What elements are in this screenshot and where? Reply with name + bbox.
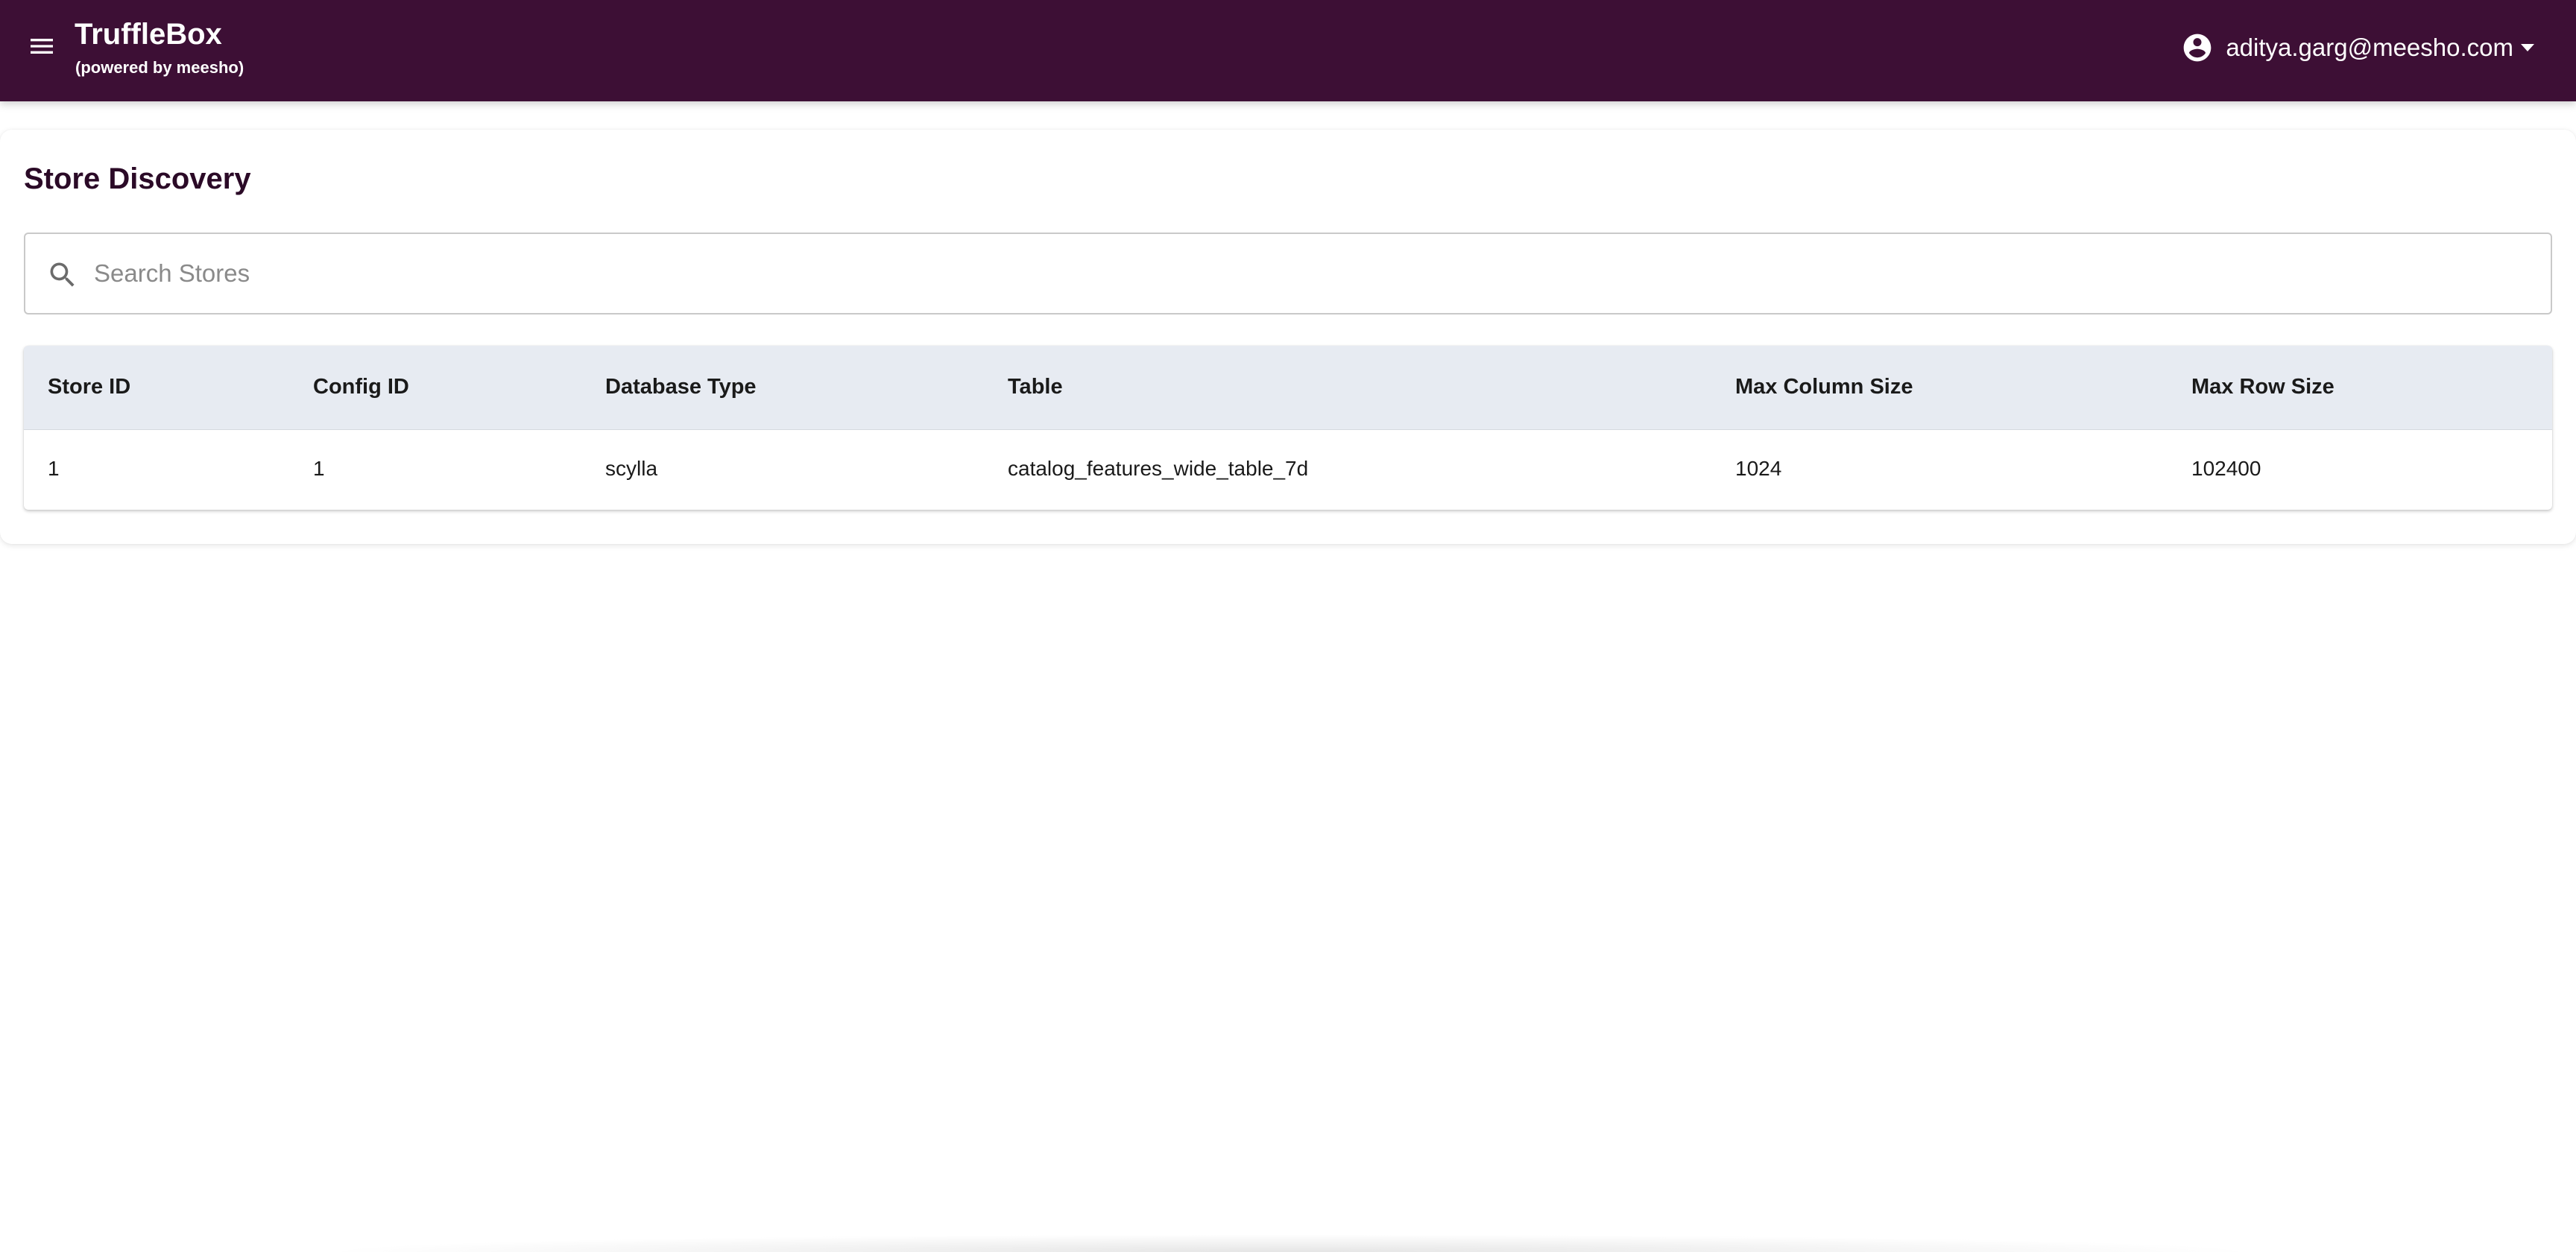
search-input[interactable] <box>92 234 2537 313</box>
search-icon <box>46 259 79 291</box>
page-title: Store Discovery <box>24 162 251 195</box>
column-header-config-id[interactable]: Config ID <box>289 346 581 430</box>
cell-max-row-size: 102400 <box>2191 457 2261 481</box>
table-row[interactable]: 1 1 scylla catalog_features_wide_table_7… <box>24 429 2552 508</box>
cell-config-id: 1 <box>313 457 325 481</box>
app-subtitle: (powered by meesho) <box>75 58 244 77</box>
app-bar: TruffleBox (powered by meesho) aditya.ga… <box>0 0 2576 101</box>
caret-down-icon <box>2521 44 2534 51</box>
hamburger-menu-icon <box>31 39 53 54</box>
column-header-database-type[interactable]: Database Type <box>581 346 984 430</box>
column-header-table[interactable]: Table <box>984 346 1711 430</box>
cell-database-type: scylla <box>605 457 658 481</box>
menu-button[interactable] <box>22 27 61 66</box>
table-header-row: Store ID Config ID Database Type Table M… <box>24 346 2552 430</box>
cell-table: catalog_features_wide_table_7d <box>1008 457 1309 481</box>
cell-max-column-size: 1024 <box>1735 457 1782 481</box>
column-header-max-column-size[interactable]: Max Column Size <box>1711 346 2168 430</box>
account-circle-icon <box>2183 34 2212 62</box>
app-title: TruffleBox <box>75 18 222 51</box>
column-header-max-row-size[interactable]: Max Row Size <box>2168 346 2552 430</box>
user-email: aditya.garg@meesho.com <box>2226 34 2513 61</box>
store-discovery-card: Store Discovery Store ID Config ID <box>0 130 2576 544</box>
cell-store-id: 1 <box>48 457 60 481</box>
bottom-edge-shadow <box>313 1234 2266 1252</box>
search-box <box>24 233 2552 314</box>
column-header-store-id[interactable]: Store ID <box>24 346 289 430</box>
stores-table: Store ID Config ID Database Type Table M… <box>24 346 2552 510</box>
user-menu[interactable]: aditya.garg@meesho.com <box>2181 25 2534 70</box>
